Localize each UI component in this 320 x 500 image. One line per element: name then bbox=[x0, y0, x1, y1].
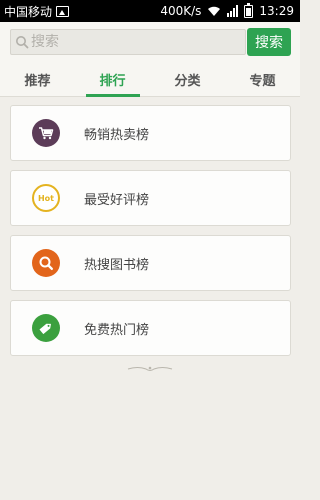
ornament-divider bbox=[127, 366, 173, 371]
ranking-label: 热搜图书榜 bbox=[84, 257, 150, 273]
search-button[interactable]: 搜索 bbox=[247, 28, 291, 56]
signal-icon bbox=[227, 5, 239, 17]
tab-ranking[interactable]: 排行 bbox=[75, 62, 150, 96]
ranking-label: 免费热门榜 bbox=[84, 322, 150, 338]
ranking-item-top-rated[interactable]: Hot 最受好评榜 bbox=[10, 170, 291, 226]
status-right: 400K/s 13:29 bbox=[160, 2, 294, 18]
hot-badge-text: Hot bbox=[37, 193, 54, 203]
status-bar: 中国移动 400K/s 13:29 bbox=[0, 0, 300, 22]
search-field[interactable] bbox=[10, 29, 246, 55]
tab-topics[interactable]: 专题 bbox=[225, 62, 300, 96]
carrier-group: 中国移动 bbox=[4, 3, 70, 20]
clock: 13:29 bbox=[259, 4, 294, 18]
network-speed: 400K/s bbox=[160, 4, 202, 18]
hot-badge-icon: Hot bbox=[32, 184, 60, 212]
image-notification-icon bbox=[56, 5, 70, 17]
magnifier-icon bbox=[32, 249, 60, 277]
shopping-cart-icon bbox=[32, 119, 60, 147]
ranking-item-free[interactable]: 免费热门榜 bbox=[10, 300, 291, 356]
carrier-name: 中国移动 bbox=[4, 4, 53, 19]
tab-category[interactable]: 分类 bbox=[150, 62, 225, 96]
free-tag-icon bbox=[32, 314, 60, 342]
tab-recommend[interactable]: 推荐 bbox=[0, 62, 75, 96]
search-bar: 搜索 bbox=[0, 22, 300, 62]
wifi-icon bbox=[208, 6, 221, 16]
tab-bar: 推荐 排行 分类 专题 bbox=[0, 62, 300, 97]
ranking-item-hot-search[interactable]: 热搜图书榜 bbox=[10, 235, 291, 291]
search-input[interactable] bbox=[29, 31, 231, 53]
ranking-item-bestseller[interactable]: 畅销热卖榜 bbox=[10, 105, 291, 161]
ranking-list: 畅销热卖榜 Hot 最受好评榜 热搜图书榜 免费热门榜 bbox=[10, 105, 291, 365]
battery-icon bbox=[244, 2, 254, 18]
search-icon bbox=[16, 36, 29, 49]
ranking-label: 畅销热卖榜 bbox=[84, 127, 150, 143]
ranking-label: 最受好评榜 bbox=[84, 192, 150, 208]
